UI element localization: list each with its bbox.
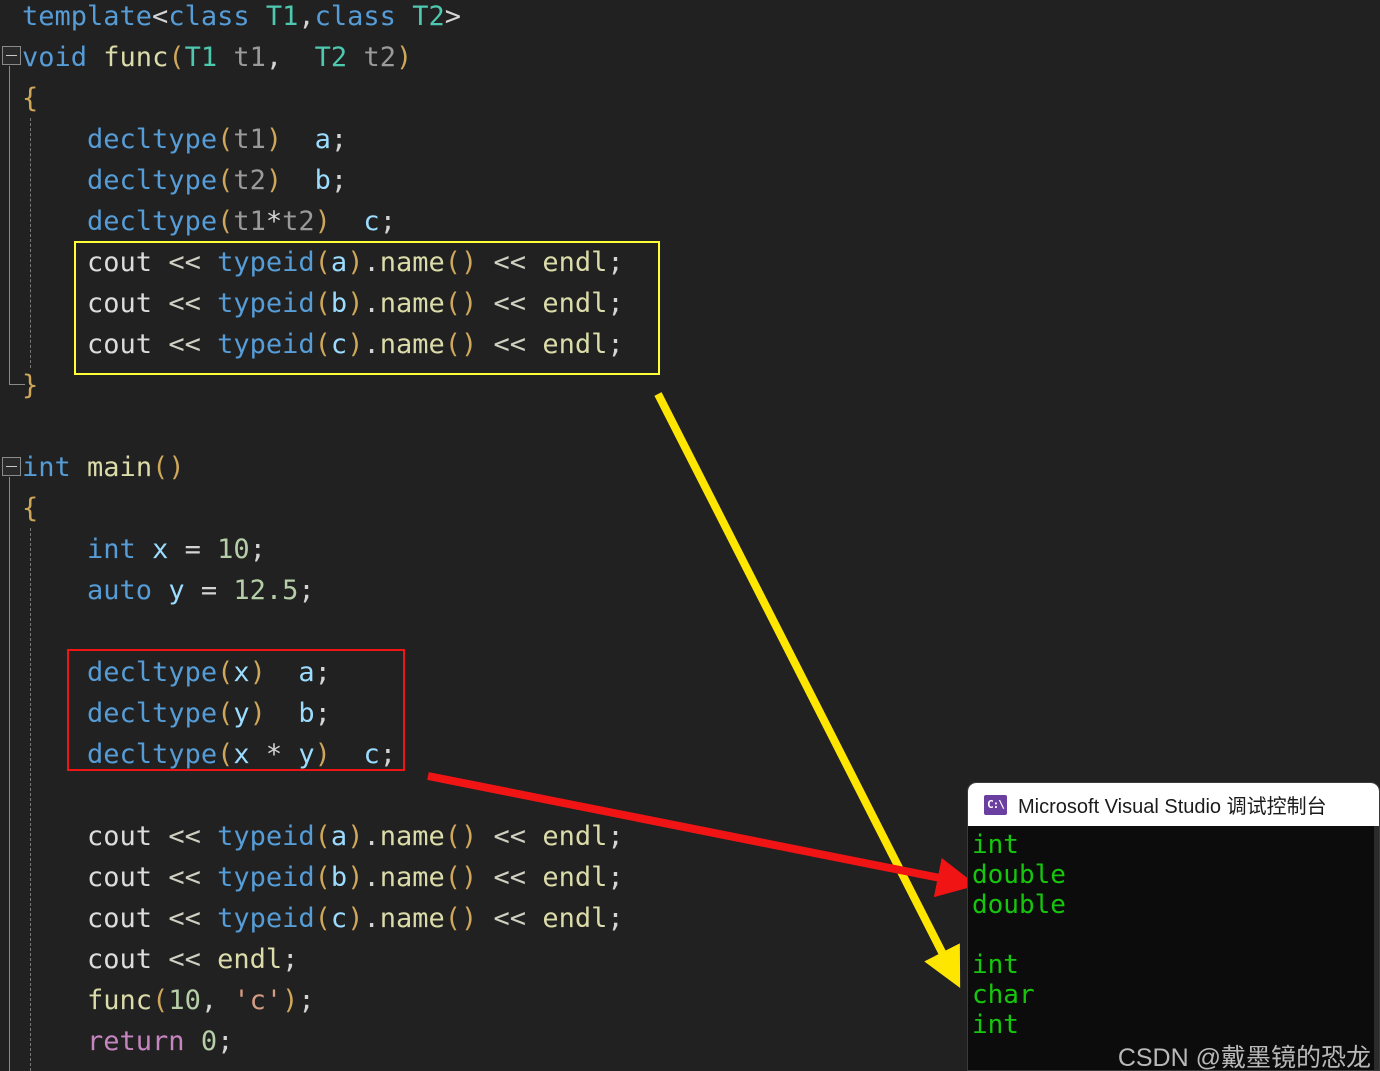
code-line[interactable]: int main()	[22, 447, 185, 488]
code-line[interactable]: {	[22, 78, 38, 119]
yellow-arrow	[654, 392, 961, 988]
code-line[interactable]: decltype(t1*t2) c;	[22, 201, 396, 242]
console-line: char	[972, 980, 1035, 1010]
highlight-box-template-cout	[74, 241, 660, 375]
console-title-bar[interactable]: C:\ Microsoft Visual Studio 调试控制台	[968, 783, 1379, 826]
code-line[interactable]: cout << endl;	[22, 939, 298, 980]
fold-toggle-main[interactable]	[2, 457, 21, 476]
code-line[interactable]: decltype(t2) b;	[22, 160, 347, 201]
code-line[interactable]: int x = 10;	[22, 529, 266, 570]
console-scrollbar[interactable]	[1374, 826, 1379, 1070]
highlight-box-main-decltype	[67, 649, 405, 771]
console-line: int	[972, 950, 1019, 980]
fold-toggle-func[interactable]	[2, 46, 21, 65]
code-line[interactable]: func(10, 'c');	[22, 980, 315, 1021]
code-line[interactable]: void func(T1 t1, T2 t2)	[22, 37, 412, 78]
fold-range-main	[9, 477, 10, 1071]
console-line: double	[972, 860, 1066, 890]
debug-console-window[interactable]: C:\ Microsoft Visual Studio 调试控制台 int do…	[967, 782, 1380, 1071]
code-line[interactable]: cout << typeid(c).name() << endl;	[22, 898, 624, 939]
code-line[interactable]: return 0;	[22, 1021, 233, 1062]
code-line[interactable]: decltype(t1) a;	[22, 119, 347, 160]
console-line: double	[972, 890, 1066, 920]
cmd-prompt-icon: C:\	[984, 794, 1007, 815]
code-line[interactable]: cout << typeid(a).name() << endl;	[22, 816, 624, 857]
code-line[interactable]: {	[22, 488, 38, 529]
code-line[interactable]: }	[22, 365, 38, 406]
console-line: int	[972, 830, 1019, 860]
console-line: int	[972, 1010, 1019, 1040]
console-title-text: Microsoft Visual Studio 调试控制台	[1018, 796, 1327, 818]
console-output[interactable]: int double double int char int CSDN @戴墨镜…	[968, 826, 1379, 1071]
fold-range-func	[9, 66, 10, 384]
code-line[interactable]: auto y = 12.5;	[22, 570, 315, 611]
code-line[interactable]: template<class T1,class T2>	[22, 0, 461, 37]
code-line[interactable]: cout << typeid(b).name() << endl;	[22, 857, 624, 898]
csdn-watermark: CSDN @戴墨镜的恐龙	[1117, 1044, 1371, 1071]
